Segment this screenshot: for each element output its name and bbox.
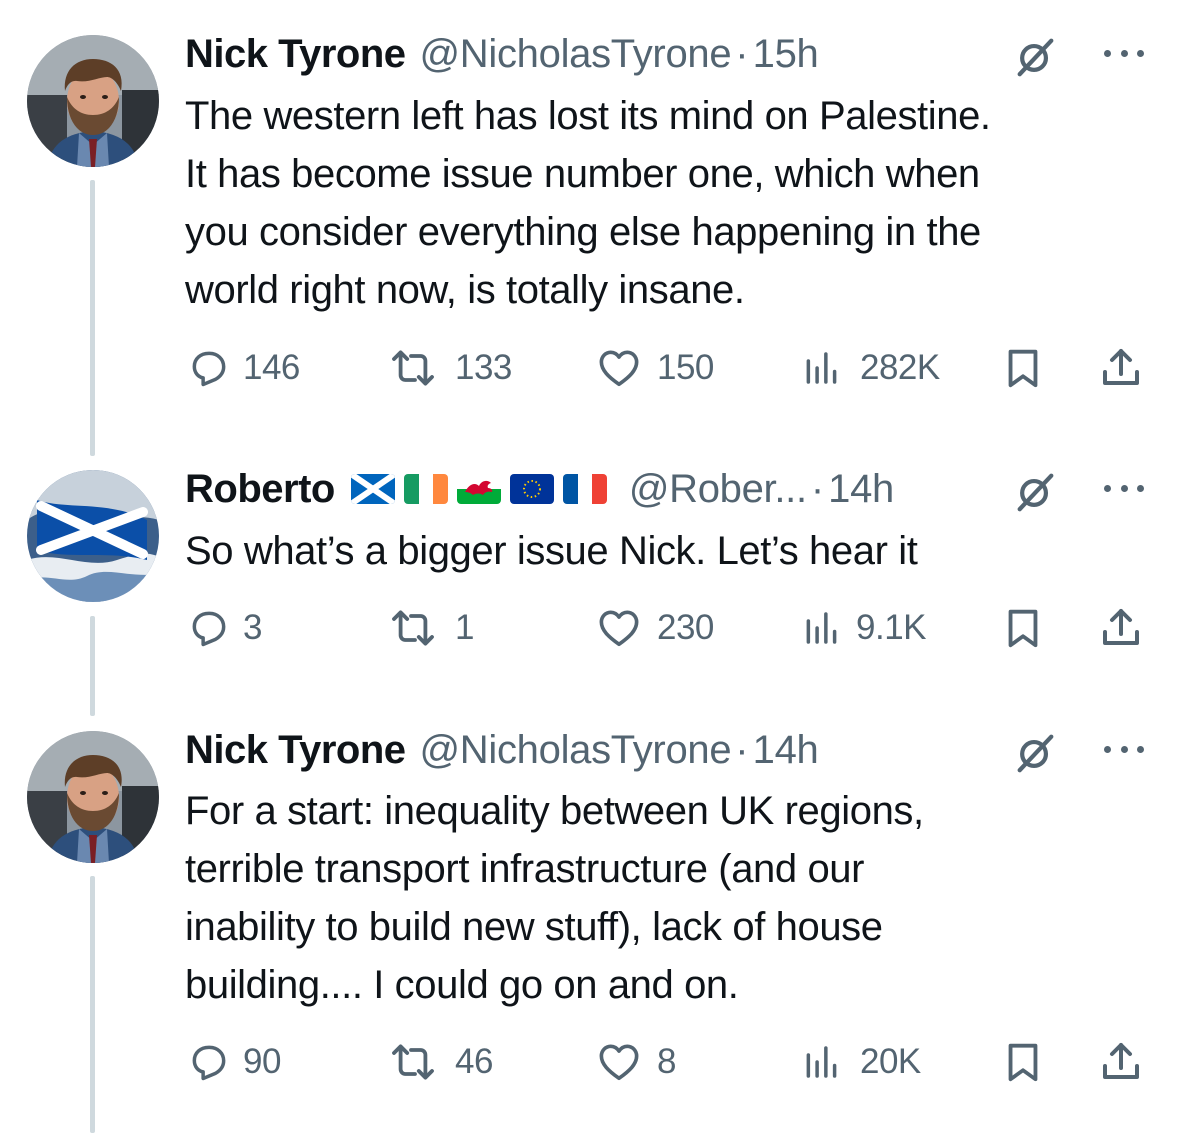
display-name[interactable]: Nick Tyrone	[185, 32, 406, 77]
share-icon	[1097, 1038, 1145, 1086]
reply-count: 146	[243, 348, 300, 387]
grok-icon[interactable]	[1012, 469, 1058, 515]
timestamp[interactable]: 14h	[828, 467, 894, 512]
views-icon	[800, 347, 844, 389]
thread-line	[90, 616, 95, 716]
view-count: 20K	[860, 1042, 921, 1081]
retweet-button[interactable]: 133	[385, 343, 512, 393]
tweet-actions: 146 133 150 282K	[185, 343, 1145, 393]
view-count: 9.1K	[856, 608, 927, 647]
bookmark-icon	[1000, 1038, 1046, 1086]
grok-icon[interactable]	[1012, 34, 1058, 80]
tweet-text: For a start: inequality between UK regio…	[185, 789, 924, 1007]
view-count: 282K	[860, 348, 940, 387]
views-icon	[800, 607, 844, 649]
tweet-header: Roberto @Rober... · 14h	[185, 465, 1144, 513]
like-button[interactable]: 150	[595, 343, 714, 393]
avatar-image	[27, 470, 159, 602]
like-button[interactable]: 230	[595, 603, 714, 653]
reply-count: 90	[243, 1042, 281, 1081]
more-icon[interactable]	[1104, 473, 1144, 503]
avatar[interactable]	[27, 731, 159, 863]
like-button[interactable]: 8	[595, 1037, 676, 1087]
like-icon	[595, 1039, 643, 1085]
scotland-flag-icon	[350, 474, 395, 504]
ireland-flag-icon	[403, 474, 448, 504]
thread-line	[90, 180, 95, 456]
tweet-actions: 90 46 8 20K	[185, 1037, 1145, 1087]
more-icon[interactable]	[1104, 38, 1144, 68]
share-button[interactable]	[1097, 1037, 1145, 1087]
views-button[interactable]: 9.1K	[800, 603, 927, 653]
display-name[interactable]: Roberto	[185, 467, 335, 512]
tweet-text: The western left has lost its mind on Pa…	[185, 94, 991, 312]
separator-dot: ·	[735, 31, 749, 76]
separator-dot: ·	[735, 727, 749, 772]
reply-icon	[187, 606, 231, 650]
bookmark-icon	[1000, 604, 1046, 652]
retweet-count: 133	[455, 348, 512, 387]
retweet-icon	[385, 344, 441, 392]
eu-flag-icon	[509, 474, 554, 504]
avatar[interactable]	[27, 35, 159, 167]
retweet-button[interactable]: 46	[385, 1037, 493, 1087]
separator-dot: ·	[810, 466, 825, 511]
share-button[interactable]	[1097, 343, 1145, 393]
timestamp[interactable]: 14h	[753, 728, 819, 773]
views-button[interactable]: 282K	[800, 343, 940, 393]
more-icon[interactable]	[1104, 734, 1144, 764]
bookmark-button[interactable]	[1000, 603, 1046, 653]
display-name[interactable]: Nick Tyrone	[185, 728, 406, 773]
views-button[interactable]: 20K	[800, 1037, 921, 1087]
retweet-icon	[385, 604, 441, 652]
avatar-image	[27, 731, 159, 863]
retweet-button[interactable]: 1	[385, 603, 474, 653]
reply-button[interactable]: 90	[187, 1037, 281, 1087]
share-icon	[1097, 604, 1145, 652]
reply-button[interactable]: 3	[187, 603, 262, 653]
reply-count: 3	[243, 608, 262, 647]
views-icon	[800, 1041, 844, 1083]
like-count: 8	[657, 1042, 676, 1081]
reply-icon	[187, 1040, 231, 1084]
retweet-count: 1	[455, 608, 474, 647]
tweet-header: Nick Tyrone @NicholasTyrone · 14h	[185, 726, 1144, 774]
thread-line	[90, 876, 95, 1133]
bookmark-button[interactable]	[1000, 343, 1046, 393]
wales-flag-icon	[456, 474, 501, 504]
retweet-count: 46	[455, 1042, 493, 1081]
tweet-text: So what’s a bigger issue Nick. Let’s hea…	[185, 529, 918, 573]
like-icon	[595, 345, 643, 391]
tweet-header: Nick Tyrone @NicholasTyrone · 15h	[185, 30, 1144, 78]
avatar-image	[27, 35, 159, 167]
avatar[interactable]	[27, 470, 159, 602]
grok-icon[interactable]	[1012, 730, 1058, 776]
user-handle[interactable]: @NicholasTyrone	[420, 32, 732, 77]
like-count: 230	[657, 608, 714, 647]
bookmark-button[interactable]	[1000, 1037, 1046, 1087]
bookmark-icon	[1000, 344, 1046, 392]
user-handle[interactable]: @Rober...	[629, 467, 807, 512]
share-icon	[1097, 344, 1145, 392]
like-count: 150	[657, 348, 714, 387]
flag-emoji-group	[350, 474, 607, 504]
retweet-icon	[385, 1038, 441, 1086]
user-handle[interactable]: @NicholasTyrone	[420, 728, 732, 773]
share-button[interactable]	[1097, 603, 1145, 653]
timestamp[interactable]: 15h	[753, 32, 819, 77]
tweet-actions: 3 1 230 9.1K	[185, 603, 1145, 653]
reply-icon	[187, 346, 231, 390]
france-flag-icon	[562, 474, 607, 504]
like-icon	[595, 605, 643, 651]
reply-button[interactable]: 146	[187, 343, 300, 393]
